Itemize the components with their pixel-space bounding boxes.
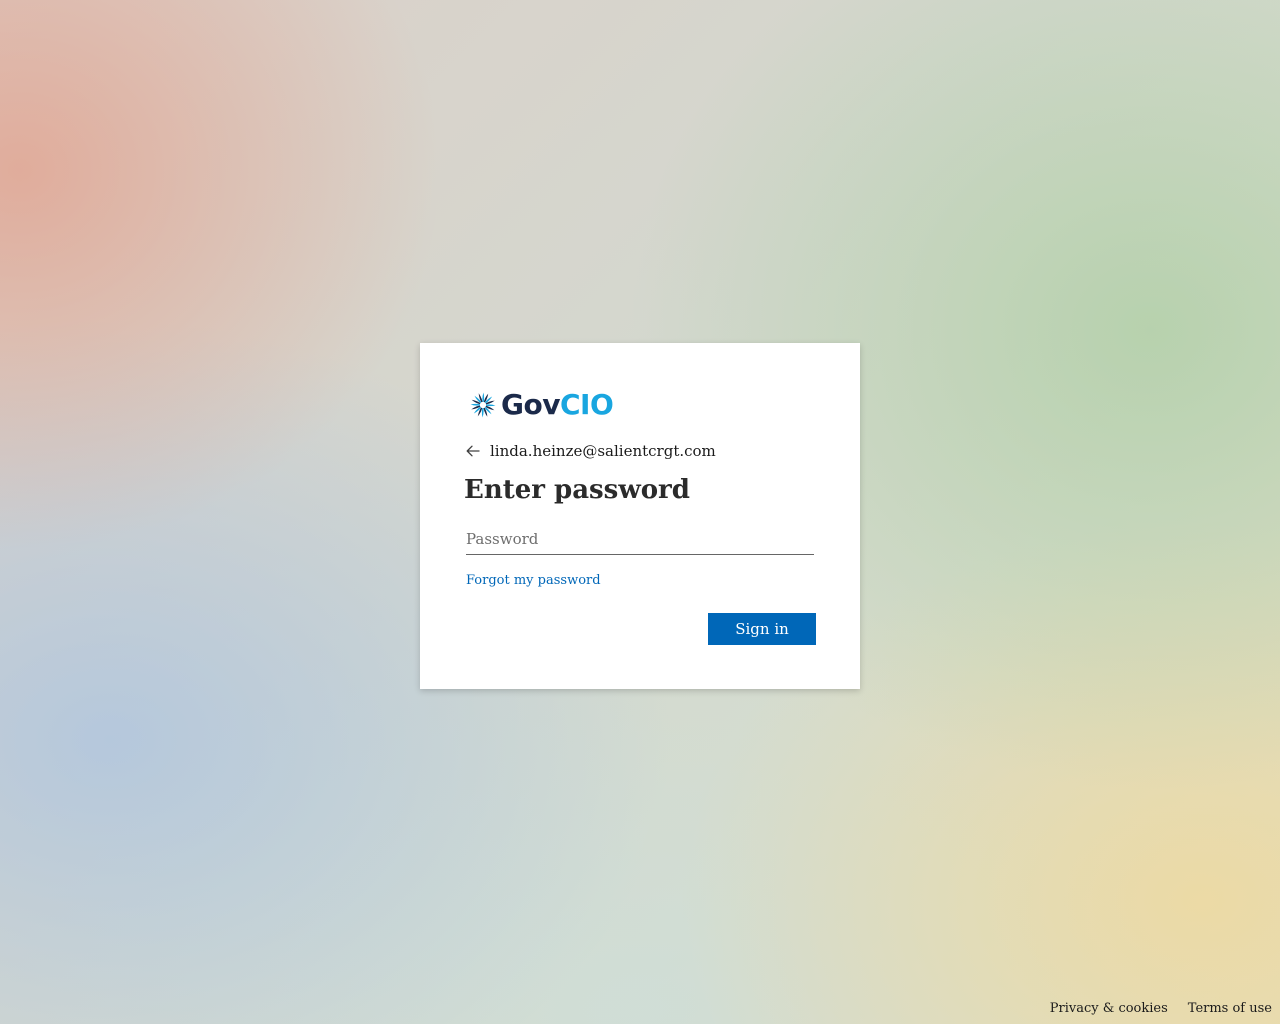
page-title: Enter password: [464, 475, 690, 505]
password-input[interactable]: [466, 523, 814, 555]
sign-in-button[interactable]: Sign in: [708, 613, 816, 645]
logo-center: [479, 401, 487, 409]
footer: Privacy & cookies Terms of use: [1030, 1000, 1272, 1018]
privacy-link[interactable]: Privacy & cookies: [1050, 1000, 1168, 1018]
arrow-left-icon-graphic: [466, 445, 480, 457]
logo-wordmark-cio: CIO: [559, 388, 614, 421]
identity-banner: linda.heinze@salientcrgt.com: [466, 440, 716, 462]
logo-wordmark-gov: Gov: [501, 388, 560, 421]
terms-link[interactable]: Terms of use: [1188, 1000, 1272, 1018]
company-logo: GovCIO: [468, 388, 614, 421]
logo-wordmark: GovCIO: [501, 388, 614, 421]
forgot-password-link[interactable]: Forgot my password: [466, 572, 601, 590]
pinwheel-logo-icon: [470, 392, 496, 418]
arrow-left-icon[interactable]: [466, 440, 490, 462]
identity-email: linda.heinze@salientcrgt.com: [490, 442, 716, 460]
sign-in-card: GovCIO linda.heinze@salientcrgt.com Ente…: [420, 343, 860, 689]
